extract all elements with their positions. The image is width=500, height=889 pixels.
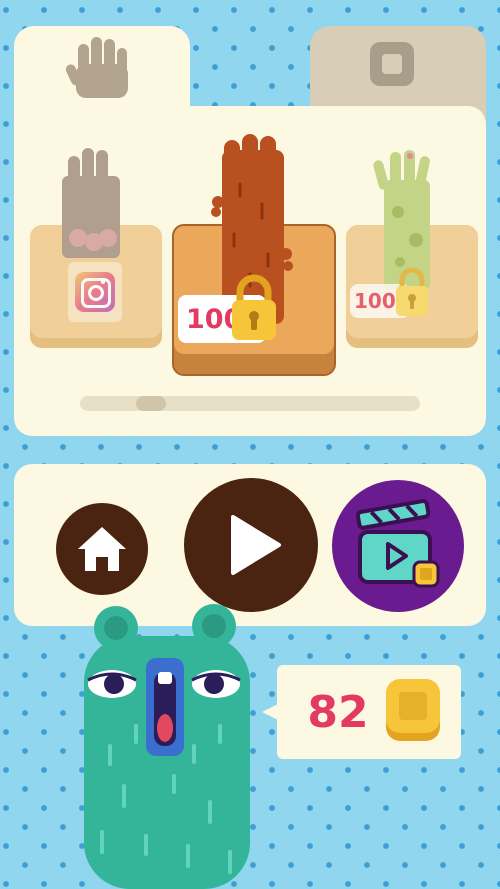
- coin-count: 82: [307, 686, 369, 738]
- padlock-icon: [232, 274, 276, 340]
- clapperboard-icon: [355, 499, 440, 588]
- unlock-instagram-badge[interactable]: [68, 262, 122, 322]
- home-button[interactable]: [56, 503, 148, 595]
- price-label: 100: [354, 289, 396, 313]
- padlock-icon: [396, 267, 428, 316]
- speech-bubble-tail: [262, 704, 278, 720]
- rounded-square-icon: [370, 42, 414, 86]
- instagram-icon: [75, 272, 115, 312]
- watch-video-button[interactable]: [332, 480, 464, 612]
- green-monster-character: [84, 604, 250, 889]
- scrollbar-thumb[interactable]: [135, 396, 166, 411]
- coin-icon: [386, 679, 440, 741]
- home-icon: [78, 527, 126, 571]
- play-icon: [231, 515, 281, 575]
- play-button[interactable]: [184, 478, 318, 612]
- item-scrollbar[interactable]: [80, 396, 420, 411]
- hand-icon: [66, 37, 128, 98]
- human-hand-icon: [62, 148, 120, 258]
